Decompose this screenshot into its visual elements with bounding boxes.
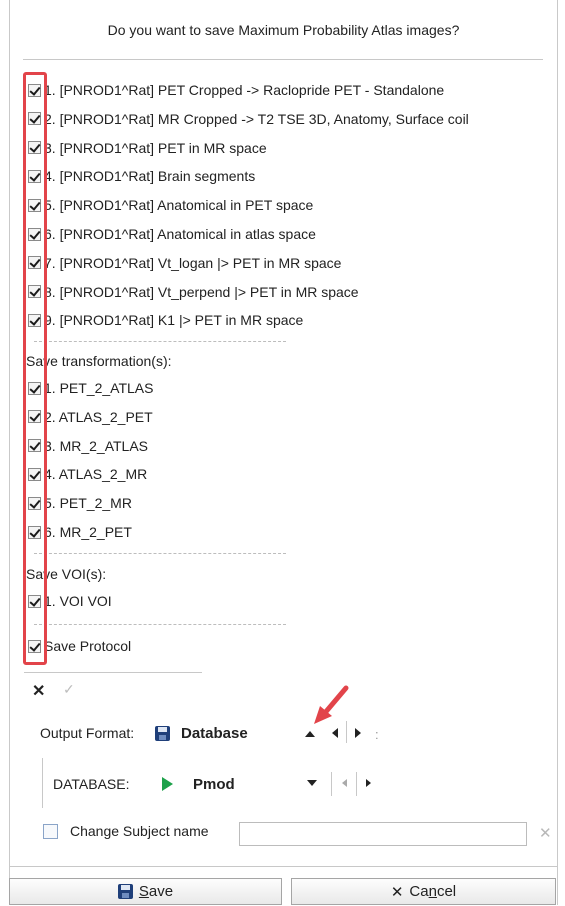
checkbox[interactable] bbox=[28, 439, 41, 453]
checkbox-row[interactable]: 8. [PNROD1^Rat] Vt_perpend |> PET in MR … bbox=[28, 280, 359, 304]
checkbox[interactable] bbox=[28, 83, 41, 97]
top-separator bbox=[23, 59, 543, 60]
checkbox[interactable] bbox=[28, 169, 41, 183]
save-label-rest: ave bbox=[148, 883, 174, 900]
checkbox[interactable] bbox=[28, 525, 41, 539]
checkbox-label: 3. [PNROD1^Rat] PET in MR space bbox=[44, 139, 267, 156]
checkbox-row[interactable]: 1. VOI VOI bbox=[28, 589, 112, 613]
change-subject-label: Change Subject name bbox=[70, 823, 209, 839]
vois-title: Save VOI(s): bbox=[26, 566, 107, 582]
checkbox-row[interactable]: 2. [PNROD1^Rat] MR Cropped -> T2 TSE 3D,… bbox=[28, 107, 469, 131]
checkbox-label: 1. [PNROD1^Rat] PET Cropped -> Racloprid… bbox=[44, 82, 445, 98]
database-value[interactable]: Pmod bbox=[193, 776, 235, 793]
checkbox[interactable] bbox=[28, 639, 41, 653]
checkbox-row[interactable]: 6. MR_2_PET bbox=[28, 520, 132, 544]
play-icon bbox=[162, 777, 173, 791]
save-atlas-dialog: Do you want to save Maximum Probability … bbox=[9, 0, 558, 905]
toolbar-separator bbox=[24, 672, 202, 673]
annotation-arrow-icon bbox=[314, 685, 349, 724]
checkbox-row[interactable]: 1. PET_2_ATLAS bbox=[28, 376, 153, 400]
arrow-right-icon[interactable] bbox=[355, 728, 361, 738]
divider bbox=[331, 772, 332, 796]
checkbox-row[interactable]: 6. [PNROD1^Rat] Anatomical in atlas spac… bbox=[28, 222, 316, 246]
checkbox-row[interactable]: 7. [PNROD1^Rat] Vt_logan |> PET in MR sp… bbox=[28, 251, 341, 275]
cancel-label-rest: cel bbox=[436, 883, 457, 900]
divider bbox=[356, 772, 357, 796]
checkbox-label: 2. ATLAS_2_PET bbox=[44, 408, 153, 425]
checkbox[interactable] bbox=[43, 823, 58, 839]
checkbox-label: 5. [PNROD1^Rat] Anatomical in PET space bbox=[44, 197, 314, 214]
cancel-label-mnemonic: n bbox=[428, 883, 437, 900]
checkbox-label: 8. [PNROD1^Rat] Vt_perpend |> PET in MR … bbox=[44, 283, 359, 300]
checkbox-row[interactable]: 9. [PNROD1^Rat] K1 |> PET in MR space bbox=[28, 308, 303, 332]
checkbox-row[interactable]: 4. [PNROD1^Rat] Brain segments bbox=[28, 164, 255, 188]
dialog-question: Do you want to save Maximum Probability … bbox=[107, 22, 460, 38]
checkbox[interactable] bbox=[28, 496, 41, 510]
checkbox-label: 6. [PNROD1^Rat] Anatomical in atlas spac… bbox=[44, 226, 316, 242]
save-button[interactable]: Save bbox=[9, 878, 282, 905]
clear-icon[interactable]: ✕ bbox=[539, 824, 552, 842]
checkbox[interactable] bbox=[28, 285, 41, 299]
save-label-mnemonic: S bbox=[138, 883, 149, 900]
checkbox-label: 1. PET_2_ATLAS bbox=[44, 380, 154, 396]
divider bbox=[34, 553, 286, 554]
checkbox-row[interactable]: 3. MR_2_ATLAS bbox=[28, 434, 148, 458]
output-format-value[interactable]: Database bbox=[181, 725, 248, 742]
checkbox-row[interactable]: 1. [PNROD1^Rat] PET Cropped -> Racloprid… bbox=[28, 78, 444, 102]
checkbox-label: 6. MR_2_PET bbox=[44, 524, 132, 540]
divider bbox=[34, 341, 286, 342]
checkbox-label: 4. ATLAS_2_MR bbox=[44, 466, 148, 483]
cancel-button[interactable]: ✕ Ca n cel bbox=[291, 878, 556, 905]
checkbox-row[interactable]: 5. [PNROD1^Rat] Anatomical in PET space bbox=[28, 193, 313, 217]
output-format-suffix: : bbox=[375, 727, 379, 742]
divider bbox=[34, 624, 286, 625]
triangle-up-icon[interactable] bbox=[305, 731, 315, 737]
checkbox[interactable] bbox=[28, 410, 41, 424]
database-label: DATABASE: bbox=[53, 776, 130, 792]
checkbox-label: 1. VOI VOI bbox=[44, 593, 112, 609]
check-icon[interactable]: ✓ bbox=[63, 681, 75, 698]
floppy-disk-icon bbox=[117, 884, 133, 899]
checkbox-label: 3. MR_2_ATLAS bbox=[44, 437, 149, 454]
arrow-left-icon[interactable] bbox=[342, 779, 347, 787]
output-format-label: Output Format: bbox=[40, 725, 135, 741]
checkbox[interactable] bbox=[28, 112, 41, 126]
save-protocol-checkbox[interactable]: Save Protocol bbox=[28, 634, 131, 658]
arrow-right-icon[interactable] bbox=[366, 779, 371, 787]
close-icon[interactable]: ✕ bbox=[32, 681, 45, 701]
floppy-disk-icon bbox=[155, 726, 170, 741]
checkbox-row[interactable]: 2. ATLAS_2_PET bbox=[28, 405, 153, 429]
change-subject-checkbox[interactable]: Change Subject name bbox=[43, 823, 209, 839]
database-group-bar bbox=[42, 758, 43, 808]
checkbox[interactable] bbox=[28, 467, 41, 481]
arrow-left-icon[interactable] bbox=[332, 728, 338, 738]
transformations-title: Save transformation(s): bbox=[26, 353, 172, 369]
checkbox-row[interactable]: 4. ATLAS_2_MR bbox=[28, 462, 147, 486]
save-protocol-label: Save Protocol bbox=[44, 638, 132, 654]
subject-name-input[interactable] bbox=[239, 822, 527, 846]
checkbox-label: 4. [PNROD1^Rat] Brain segments bbox=[44, 168, 256, 185]
checkbox-row[interactable]: 5. PET_2_MR bbox=[28, 491, 132, 515]
checkbox[interactable] bbox=[28, 594, 41, 608]
checkbox-row[interactable]: 3. [PNROD1^Rat] PET in MR space bbox=[28, 136, 267, 160]
checkbox-label: 2. [PNROD1^Rat] MR Cropped -> T2 TSE 3D,… bbox=[44, 110, 469, 127]
checkbox[interactable] bbox=[28, 381, 41, 395]
close-icon: ✕ bbox=[390, 883, 404, 901]
checkbox[interactable] bbox=[28, 227, 41, 241]
checkbox-label: 5. PET_2_MR bbox=[44, 495, 132, 512]
triangle-down-icon[interactable] bbox=[307, 780, 317, 786]
checkbox[interactable] bbox=[28, 313, 41, 327]
cancel-label-prefix: Ca bbox=[409, 883, 429, 900]
checkbox[interactable] bbox=[28, 141, 41, 155]
checkbox[interactable] bbox=[28, 198, 41, 212]
checkbox[interactable] bbox=[28, 256, 41, 270]
checkbox-label: 7. [PNROD1^Rat] Vt_logan |> PET in MR sp… bbox=[44, 254, 342, 271]
checkbox-label: 9. [PNROD1^Rat] K1 |> PET in MR space bbox=[44, 312, 304, 329]
